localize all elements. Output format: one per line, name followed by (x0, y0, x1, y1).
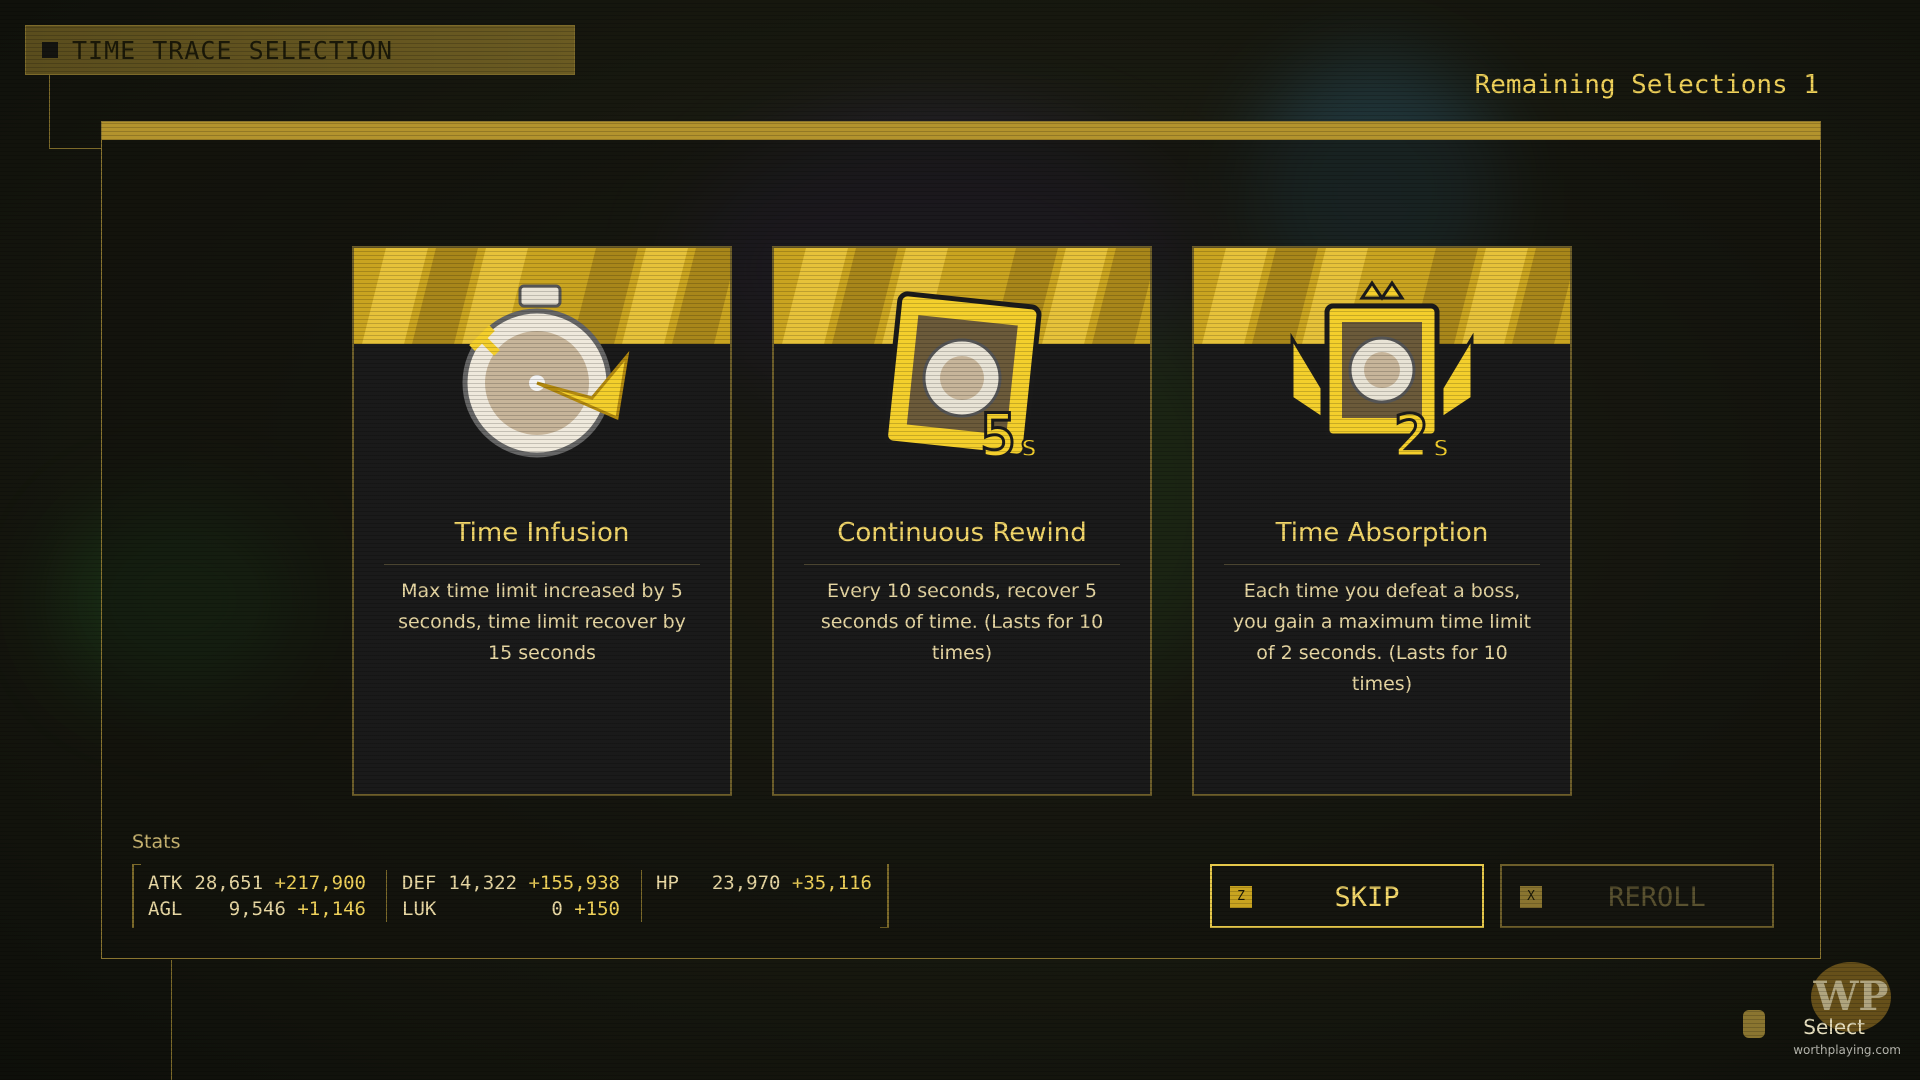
skip-label: SKIP (1334, 882, 1400, 913)
card-description: Each time you defeat a boss, you gain a … (1232, 580, 1532, 695)
decor-line (171, 960, 172, 1080)
card-title: Time Absorption (1275, 518, 1489, 548)
stat-base: 23,970 (711, 872, 781, 894)
stat-luk: LUK 0 +150 (402, 898, 620, 922)
card-continuous-rewind[interactable]: 5 s Continuous Rewind Every 10 seconds, … (772, 246, 1152, 796)
key-z-icon: Z (1230, 886, 1252, 908)
stat-hp: HP 23,970 +35,116 (656, 872, 872, 896)
stat-bonus: +217,900 (274, 872, 366, 894)
screen-title: TIME TRACE SELECTION (72, 35, 394, 65)
stat-bonus: +35,116 (791, 872, 872, 894)
stats-separator (386, 870, 387, 922)
card-divider (804, 564, 1120, 565)
title-square-icon (42, 42, 58, 58)
svg-text:2: 2 (1394, 402, 1429, 470)
remaining-selections: Remaining Selections 1 (1474, 70, 1819, 100)
card-title: Time Infusion (454, 518, 630, 548)
select-hint: Select (1803, 1015, 1865, 1039)
stat-key: ATK (148, 872, 183, 894)
stat-key: HP (656, 872, 679, 894)
svg-text:s: s (1020, 429, 1038, 464)
stat-base: 28,651 (194, 872, 264, 894)
reroll-label: REROLL (1608, 882, 1706, 913)
card-divider (1224, 564, 1540, 565)
stat-agl: AGL 9,546 +1,146 (148, 898, 366, 922)
card-description: Max time limit increased by 5 seconds, t… (398, 580, 686, 664)
stats-panel: ATK 28,651 +217,900 AGL 9,546 +1,146 DEF… (132, 864, 889, 928)
stat-base: 14,322 (448, 872, 518, 894)
mouse-icon (1743, 1010, 1765, 1038)
card-time-absorption[interactable]: 2 s Time Absorption Each time you defeat… (1192, 246, 1572, 796)
key-x-icon: X (1520, 886, 1542, 908)
svg-text:s: s (1432, 429, 1450, 464)
svg-text:5: 5 (980, 401, 1016, 471)
watermark-text: worthplaying.com (1793, 1043, 1901, 1057)
panel-top-bar (102, 122, 1820, 140)
stat-bonus: +150 (574, 898, 620, 920)
stat-base: 9,546 (228, 898, 286, 920)
stats-separator (641, 870, 642, 922)
stat-key: DEF (402, 872, 437, 894)
stats-label: Stats (132, 831, 181, 853)
stopwatch-frame-5s-icon: 5 s (883, 291, 1042, 473)
card-divider (384, 564, 700, 565)
card-description: Every 10 seconds, recover 5 seconds of t… (820, 580, 1104, 664)
card-time-infusion[interactable]: Time Infusion Max time limit increased b… (352, 246, 732, 796)
selection-panel: Time Infusion Max time limit increased b… (101, 121, 1821, 959)
stopwatch-crown-2s-icon: 2 s (1290, 280, 1474, 472)
stat-key: LUK (402, 898, 437, 920)
stat-bonus: +1,146 (297, 898, 366, 920)
stat-bonus: +155,938 (528, 872, 620, 894)
stat-base: 0 (551, 898, 563, 920)
stat-key: AGL (148, 898, 183, 920)
decor-line (49, 75, 50, 148)
stopwatch-icon (462, 284, 630, 458)
skip-button[interactable]: Z SKIP (1210, 864, 1484, 928)
decor-line (49, 148, 101, 149)
card-title: Continuous Rewind (837, 518, 1087, 548)
stat-atk: ATK 28,651 +217,900 (148, 872, 366, 896)
screen-title-tab: TIME TRACE SELECTION (25, 25, 575, 75)
reroll-button[interactable]: X REROLL (1500, 864, 1774, 928)
stat-def: DEF 14,322 +155,938 (402, 872, 620, 896)
